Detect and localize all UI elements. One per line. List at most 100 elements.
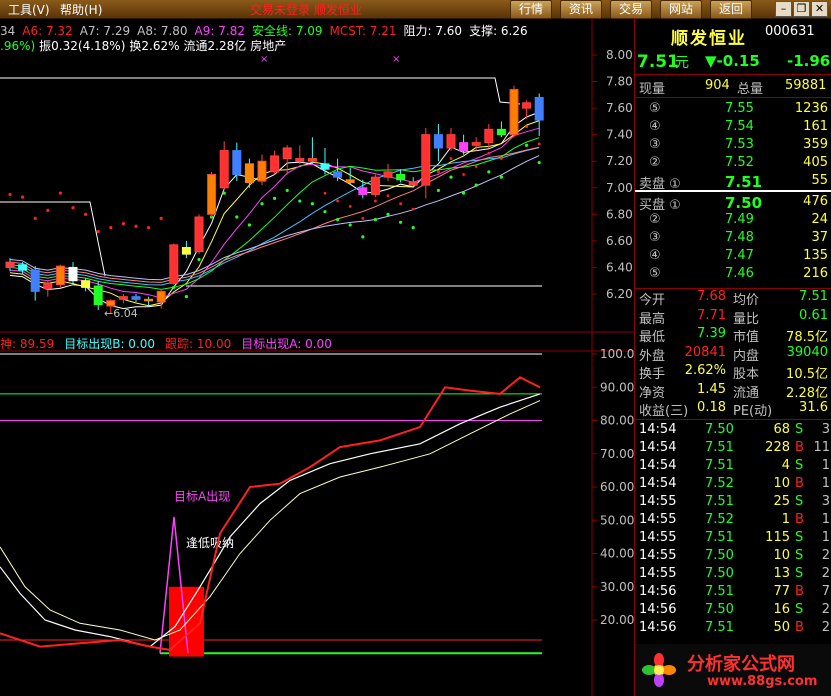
buy-level-row: ⑤ 7.46 216 — [635, 266, 831, 283]
tick-count: 1 — [821, 458, 830, 473]
sar-dot — [323, 191, 327, 195]
sar-dot — [449, 175, 453, 179]
candle-body — [118, 296, 128, 300]
sar-dot — [487, 151, 491, 155]
candle-body — [307, 158, 317, 162]
tick-price: 7.50 — [705, 602, 734, 617]
tick-price: 7.50 — [705, 422, 734, 437]
sar-dot — [96, 229, 100, 234]
sar-dot — [197, 257, 201, 262]
kline-chart[interactable]: 8.00 7.80 7.60 7.40 7.20 7.00 6.80 6.60 6.40 6.20… — [0, 18, 634, 696]
menu-help[interactable]: 帮助(H) — [60, 1, 102, 18]
order-price: 7.51 — [725, 173, 763, 191]
current-volume: 904 — [705, 78, 730, 93]
stat-row: 净资 1.45 流通 2.28亿 — [635, 382, 831, 401]
website-button[interactable]: 网站 — [660, 0, 703, 19]
sar-dot — [8, 192, 12, 197]
candle-body — [257, 160, 267, 182]
signal-marker: × — [392, 54, 400, 65]
candle-body — [244, 163, 254, 183]
tick-count: 2 — [821, 620, 830, 635]
sar-dot — [260, 202, 264, 206]
stat-label: 市值 — [733, 330, 760, 345]
sar-dot — [525, 125, 528, 129]
candle-body — [484, 128, 494, 144]
sar-dot — [71, 206, 75, 210]
tick-side: S — [795, 494, 804, 509]
order-level: ⑤ — [649, 101, 661, 116]
order-volume: 55 — [811, 173, 828, 188]
candle-body — [43, 282, 53, 290]
sar-dot — [348, 223, 352, 227]
sar-dot — [361, 235, 365, 239]
tick-time: 14:55 — [639, 530, 677, 545]
tick-price: 7.50 — [705, 548, 734, 563]
candle-body — [68, 266, 78, 282]
stat-label: 收益(三) — [639, 404, 689, 419]
news-button[interactable]: 资讯 — [560, 0, 603, 19]
trade-button[interactable]: 交易 — [610, 0, 653, 19]
stat-value: 2.62% — [684, 363, 726, 378]
sar-dot — [58, 191, 63, 195]
sar-dot — [285, 188, 289, 193]
tick-price: 7.51 — [705, 440, 734, 455]
candle-body — [522, 102, 532, 109]
sar-dot — [348, 204, 352, 208]
tick-volume: 10 — [773, 548, 790, 563]
quote-button[interactable]: 行情 — [510, 0, 553, 19]
candle-body — [55, 265, 65, 286]
sar-dot — [184, 295, 188, 299]
target-a-label: 目标A出现 — [174, 489, 230, 503]
tick-count: 2 — [821, 548, 830, 563]
stat-label: PE(动) — [733, 404, 773, 419]
sar-dot — [159, 216, 163, 220]
candle-body — [421, 134, 431, 186]
order-level: 买盘 ① — [639, 198, 681, 213]
tick-price: 7.51 — [705, 494, 734, 509]
quote-panel: 顺发恒业 000631 7.51 元 ▼-0.15 -1.96 现量 904 总… — [634, 18, 831, 696]
tick-price: 7.51 — [705, 458, 734, 473]
total-volume: 59881 — [785, 78, 827, 93]
sar-dot — [474, 165, 478, 168]
stock-name: 顺发恒业 — [671, 29, 747, 49]
candle-body — [396, 174, 406, 181]
back-button[interactable]: 返回 — [710, 0, 753, 19]
tick-count: 1 — [821, 530, 830, 545]
order-volume: 161 — [803, 119, 828, 134]
stat-row: 最高 7.71 量比 0.61 — [635, 307, 831, 327]
menu-tools[interactable]: 工具(V) — [8, 1, 50, 18]
tick-price: 7.52 — [705, 512, 734, 527]
price-axis-label: 7.40 — [606, 128, 633, 142]
restore-icon[interactable]: ❐ — [793, 1, 810, 17]
sar-dot — [474, 183, 478, 187]
minimize-icon[interactable]: – — [775, 1, 792, 17]
tick-list[interactable]: 14:54 7.50 68 S 3 14:54 7.51 228 B 11 14:54 7.51 4 S 1… — [635, 422, 831, 642]
tick-time: 14:55 — [639, 566, 677, 581]
candle-body — [194, 216, 204, 253]
tick-side: S — [795, 602, 804, 617]
tick-count: 3 — [821, 494, 830, 509]
price-axis-label: 7.60 — [606, 101, 633, 115]
stat-value: 0.61 — [799, 307, 828, 323]
last-price: 7.51 — [637, 52, 679, 72]
tick-time: 14:56 — [639, 584, 677, 599]
price-axis-label: 6.60 — [606, 234, 633, 248]
stat-label: 内盘 — [733, 348, 760, 364]
order-volume: 476 — [803, 194, 828, 209]
buy-orders: 买盘 ① 7.50 476 ② 7.49 24 ③ 7.48 37 ④ 7.47 135 ⑤ 7.46 21… — [635, 194, 831, 286]
sar-dot — [449, 157, 453, 160]
sar-dot — [411, 226, 415, 230]
buy-level-row: ③ 7.48 37 — [635, 230, 831, 247]
candle-body — [144, 298, 154, 302]
candle-body — [219, 150, 229, 189]
price-axis-label: 8.00 — [606, 48, 633, 62]
watermark: 分析家公式网 www.88gs.com — [635, 644, 831, 696]
sar-dot — [500, 157, 503, 160]
tick-time: 14:54 — [639, 458, 677, 473]
watermark-url: www.88gs.com — [707, 674, 818, 689]
stat-value: 10.5亿 — [786, 367, 828, 382]
candle-body — [156, 290, 166, 303]
sar-dot — [235, 215, 239, 219]
candle-body — [433, 134, 443, 149]
close-icon[interactable]: ✕ — [811, 1, 828, 17]
